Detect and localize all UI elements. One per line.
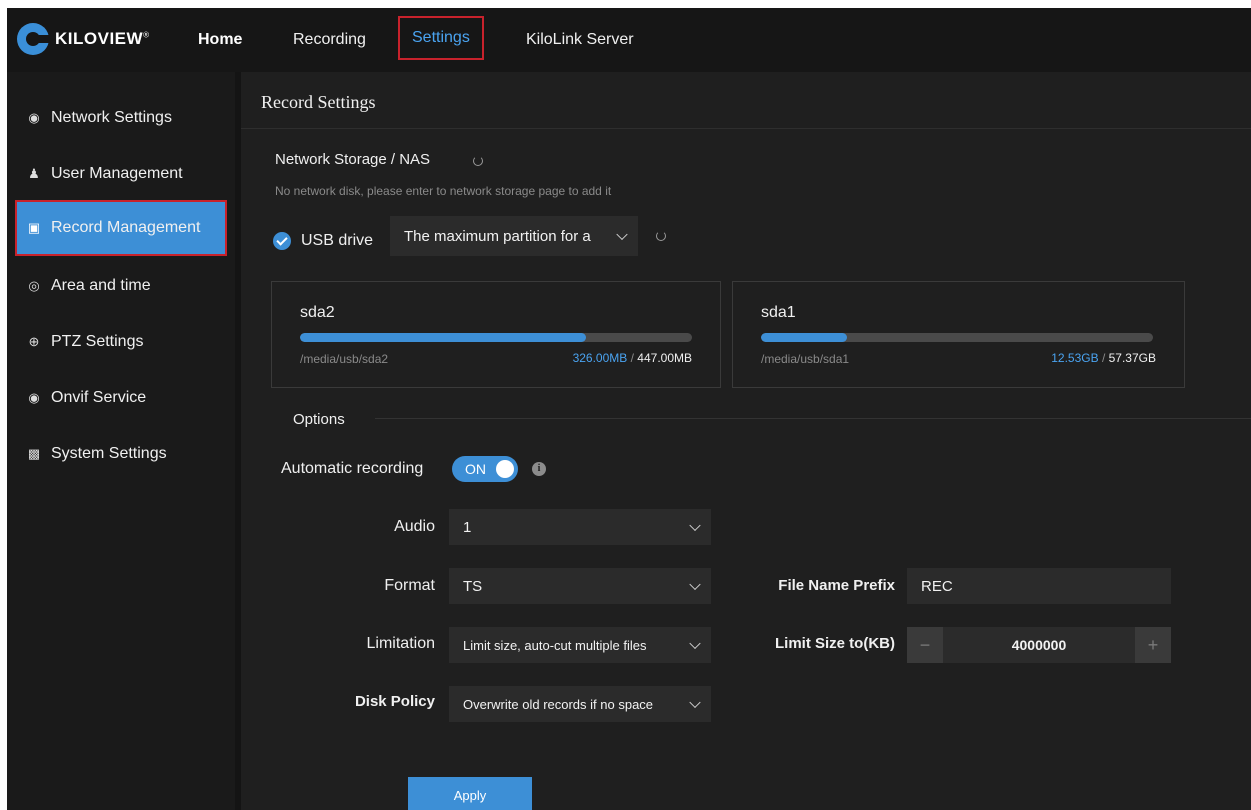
disk-total: 447.00MB: [637, 351, 692, 365]
apply-button[interactable]: Apply: [408, 777, 532, 810]
sidebar-item-label: User Management: [51, 165, 183, 182]
audio-label: Audio: [394, 518, 435, 535]
ptz-icon: ⊕: [28, 334, 40, 349]
sidebar-item-ptz-settings[interactable]: ⊕ PTZ Settings: [7, 314, 235, 370]
file-name-prefix-input[interactable]: REC: [907, 568, 1171, 604]
format-value: TS: [463, 577, 483, 595]
limit-size-label: Limit Size to(KB): [775, 635, 895, 652]
nas-empty-message: No network disk, please enter to network…: [275, 184, 612, 198]
content-header: Record Settings: [241, 72, 1251, 129]
sidebar-item-network-settings[interactable]: ◉ Network Settings: [7, 90, 235, 146]
usb-refresh-icon[interactable]: [656, 231, 666, 241]
disk-policy-label: Disk Policy: [354, 693, 435, 710]
nav-kilolink-server[interactable]: KiloLink Server: [526, 8, 634, 72]
disk-used: 326.00MB: [572, 351, 628, 365]
sidebar: ◉ Network Settings ♟ User Management ▣ R…: [7, 72, 235, 810]
limitation-select[interactable]: Limit size, auto-cut multiple files: [449, 627, 711, 663]
audio-value: 1: [463, 518, 472, 536]
auto-recording-label: Automatic recording: [281, 460, 424, 477]
brand-name: KILOVIEW: [55, 29, 144, 48]
usb-partition-select[interactable]: The maximum partition for a: [390, 216, 638, 256]
disk-usage-bar: [761, 333, 1153, 342]
usb-drive-checkbox[interactable]: [273, 232, 291, 250]
sidebar-item-label: PTZ Settings: [51, 333, 144, 350]
sidebar-item-system-settings[interactable]: ▩ System Settings: [7, 426, 235, 482]
disk-total: 57.37GB: [1108, 351, 1156, 365]
file-name-prefix-value: REC: [921, 577, 953, 595]
file-name-prefix-label: File Name Prefix: [778, 577, 895, 594]
globe-icon: ◉: [28, 110, 40, 125]
options-divider: [375, 418, 1251, 419]
users-icon: ♟: [28, 166, 40, 181]
disk-capacity: 12.53GB / 57.37GB: [1051, 351, 1156, 365]
sidebar-item-label: System Settings: [51, 445, 167, 462]
toggle-state-label: ON: [465, 461, 486, 477]
sidebar-item-label: Onvif Service: [51, 389, 147, 406]
format-select[interactable]: TS: [449, 568, 711, 604]
limit-size-input[interactable]: 4000000: [943, 627, 1135, 663]
disk-path: /media/usb/sda1: [761, 352, 850, 366]
disk-separator: /: [1101, 351, 1106, 365]
disk-used: 12.53GB: [1051, 351, 1099, 365]
clock-globe-icon: ◎: [28, 278, 40, 293]
nas-refresh-icon[interactable]: [473, 156, 483, 166]
top-navbar: KILOVIEW® Home Recording Settings KiloLi…: [7, 8, 1251, 72]
limitation-label: Limitation: [366, 635, 435, 652]
disk-policy-select[interactable]: Overwrite old records if no space: [449, 686, 711, 722]
system-icon: ▩: [27, 446, 41, 461]
disk-name: sda2: [300, 304, 335, 321]
decrement-button[interactable]: −: [907, 627, 943, 663]
disk-policy-value: Overwrite old records if no space: [463, 696, 654, 712]
kiloview-logo-icon: [17, 23, 51, 55]
disk-card-sda1[interactable]: sda1 /media/usb/sda1 12.53GB / 57.37GB: [732, 281, 1185, 388]
toggle-knob: [496, 460, 514, 478]
limitation-value: Limit size, auto-cut multiple files: [463, 637, 647, 653]
increment-button[interactable]: +: [1135, 627, 1171, 663]
sidebar-item-user-management[interactable]: ♟ User Management: [7, 146, 235, 202]
nav-settings[interactable]: Settings: [398, 16, 484, 60]
disk-card-sda2[interactable]: sda2 /media/usb/sda2 326.00MB / 447.00MB: [271, 281, 721, 388]
app-window: KILOVIEW® Home Recording Settings KiloLi…: [7, 8, 1251, 810]
sidebar-item-label: Network Settings: [51, 109, 172, 126]
chevron-down-icon: [689, 578, 701, 591]
format-label: Format: [384, 577, 435, 594]
onvif-icon: ◉: [28, 390, 40, 405]
options-heading: Options: [293, 411, 345, 428]
disk-usage-bar: [300, 333, 692, 342]
nav-home[interactable]: Home: [198, 8, 242, 72]
info-icon[interactable]: i: [532, 462, 546, 476]
sidebar-item-label: Record Management: [51, 219, 201, 236]
chevron-down-icon: [616, 228, 628, 241]
disk-usage-fill: [300, 333, 587, 342]
disk-path: /media/usb/sda2: [300, 352, 389, 366]
chevron-down-icon: [689, 696, 701, 709]
usb-drive-label: USB drive: [301, 232, 374, 249]
auto-recording-toggle[interactable]: ON: [452, 456, 518, 482]
sidebar-item-label: Area and time: [51, 277, 151, 294]
record-icon: ▣: [27, 220, 41, 235]
chevron-down-icon: [689, 637, 701, 650]
disk-usage-fill: [761, 333, 848, 342]
brand-logo: KILOVIEW®: [17, 22, 149, 56]
chevron-down-icon: [689, 519, 701, 532]
nas-label: Network Storage / NAS: [275, 151, 431, 168]
disk-capacity: 326.00MB / 447.00MB: [573, 351, 692, 365]
sidebar-item-record-management[interactable]: ▣ Record Management: [15, 200, 227, 256]
nav-recording[interactable]: Recording: [293, 8, 366, 72]
disk-name: sda1: [761, 304, 796, 321]
sidebar-item-onvif-service[interactable]: ◉ Onvif Service: [7, 370, 235, 426]
disk-separator: /: [630, 351, 634, 365]
page-title: Record Settings: [261, 92, 376, 112]
sidebar-item-area-and-time[interactable]: ◎ Area and time: [7, 258, 235, 314]
usb-partition-value: The maximum partition for a: [404, 227, 591, 245]
brand-registered-mark: ®: [143, 30, 150, 40]
audio-select[interactable]: 1: [449, 509, 711, 545]
limit-size-stepper: − 4000000 +: [907, 627, 1171, 663]
main-content: Record Settings Network Storage / NAS No…: [235, 72, 1251, 810]
